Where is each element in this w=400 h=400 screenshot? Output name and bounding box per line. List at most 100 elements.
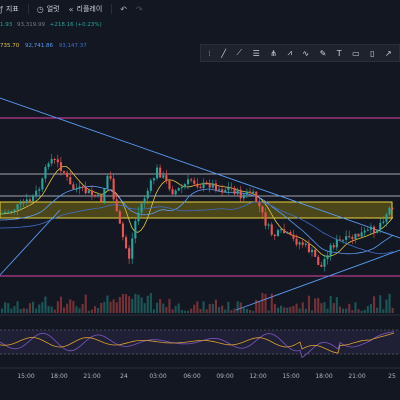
volume-bar [177, 303, 180, 313]
volume-bar [252, 310, 255, 313]
volume-bar [112, 299, 115, 313]
candle-body [171, 189, 174, 195]
volume-bar [183, 310, 186, 313]
volume-bar [307, 295, 310, 313]
wave-icon[interactable]: ∿ [302, 49, 309, 58]
volume-bar [332, 303, 335, 313]
volume-bar [314, 298, 317, 313]
candle-body [332, 245, 335, 248]
volume-bar [357, 309, 360, 313]
rectangle-icon[interactable]: ▯ [370, 49, 374, 58]
candle-body [307, 243, 310, 253]
candle-body [224, 190, 227, 193]
candle-body [100, 194, 103, 202]
drag-handle-icon[interactable]: ⁞ [208, 49, 211, 58]
volume-bar [106, 295, 109, 313]
candle-body [245, 191, 248, 195]
measure-icon[interactable]: ▭ [352, 49, 360, 58]
cursor-icon[interactable]: ╱ [221, 49, 226, 58]
candle-body [53, 158, 56, 160]
volume-bar [25, 308, 28, 313]
volume-bar [379, 295, 382, 313]
candle-body [345, 236, 348, 240]
volume-bar [69, 299, 72, 313]
volume-bar [137, 294, 140, 313]
candle-body [351, 237, 354, 239]
candle-body [41, 178, 44, 190]
candle-body [134, 221, 137, 239]
candle-body [50, 158, 53, 164]
candle-body [239, 189, 242, 199]
time-label: 12:00 [249, 373, 267, 380]
ma-value-2: 92,741.86 [25, 43, 53, 49]
pitchfork-icon[interactable]: ⋔ [270, 49, 277, 58]
volume-bar [366, 306, 369, 313]
candle-body [118, 211, 121, 224]
volume-bar [369, 304, 372, 313]
volume-bar [94, 306, 97, 313]
candle-body [388, 207, 391, 215]
volume-bar [242, 307, 245, 313]
volume-bar [32, 301, 35, 313]
arrow-icon[interactable]: ↗ [385, 49, 392, 58]
candle-body [72, 184, 75, 190]
text-icon[interactable]: 𝖳 [337, 49, 342, 58]
pattern-icon[interactable]: ⩘ [287, 48, 292, 58]
candle-body [233, 187, 236, 194]
candle-body [156, 167, 159, 179]
volume-bar [66, 303, 69, 313]
candle-body [140, 203, 143, 213]
volume-bar [245, 308, 248, 313]
brush-icon[interactable]: ✎ [320, 49, 327, 58]
candle-body [146, 190, 149, 199]
candle-body [227, 187, 230, 191]
volume-bar [115, 302, 118, 313]
trendline-icon[interactable]: ⟋ [237, 48, 243, 58]
candle-body [317, 256, 320, 265]
price-zone-rectangle[interactable] [0, 201, 393, 219]
volume-bar [261, 293, 264, 313]
volume-bar [103, 301, 106, 313]
candle-body [342, 239, 345, 241]
volume-bar [286, 307, 289, 313]
candle-body [252, 191, 255, 194]
candle-body [379, 222, 382, 230]
candle-body [115, 199, 118, 212]
candle-body [25, 199, 28, 204]
candle-body [360, 232, 363, 237]
volume-bar [351, 310, 354, 313]
volume-bar [230, 310, 233, 313]
volume-bar [187, 310, 190, 313]
candle-body [87, 190, 90, 194]
volume-bar [218, 307, 221, 313]
volume-bar [335, 297, 338, 313]
fib-icon[interactable]: ☰ [253, 49, 260, 58]
candle-body [258, 202, 261, 207]
moving-average-mid [0, 185, 394, 255]
volume-bar [28, 303, 31, 313]
volume-bar [59, 296, 62, 313]
candle-body [214, 183, 217, 191]
volume-bar [121, 293, 124, 313]
volume-bar [239, 302, 242, 313]
time-label: 18:00 [315, 373, 333, 380]
ohlc-prefix: 1.93 [0, 22, 13, 28]
candle-body [75, 188, 78, 190]
volume-bar [128, 296, 131, 313]
candle-body [335, 239, 338, 248]
volume-bar [78, 308, 81, 313]
volume-bar [146, 295, 149, 313]
volume-bar [301, 302, 304, 313]
volume-bar [81, 304, 84, 313]
candle-body [81, 186, 84, 188]
candle-body [187, 179, 190, 185]
candle-body [22, 202, 25, 204]
volume-bar [280, 305, 283, 313]
candle-body [32, 196, 35, 201]
volume-bar [211, 303, 214, 313]
volume-bar [131, 298, 134, 313]
volume-bar [134, 293, 137, 313]
volume-bar [199, 308, 202, 313]
volume-bar [63, 307, 66, 313]
candle-body [162, 175, 165, 178]
